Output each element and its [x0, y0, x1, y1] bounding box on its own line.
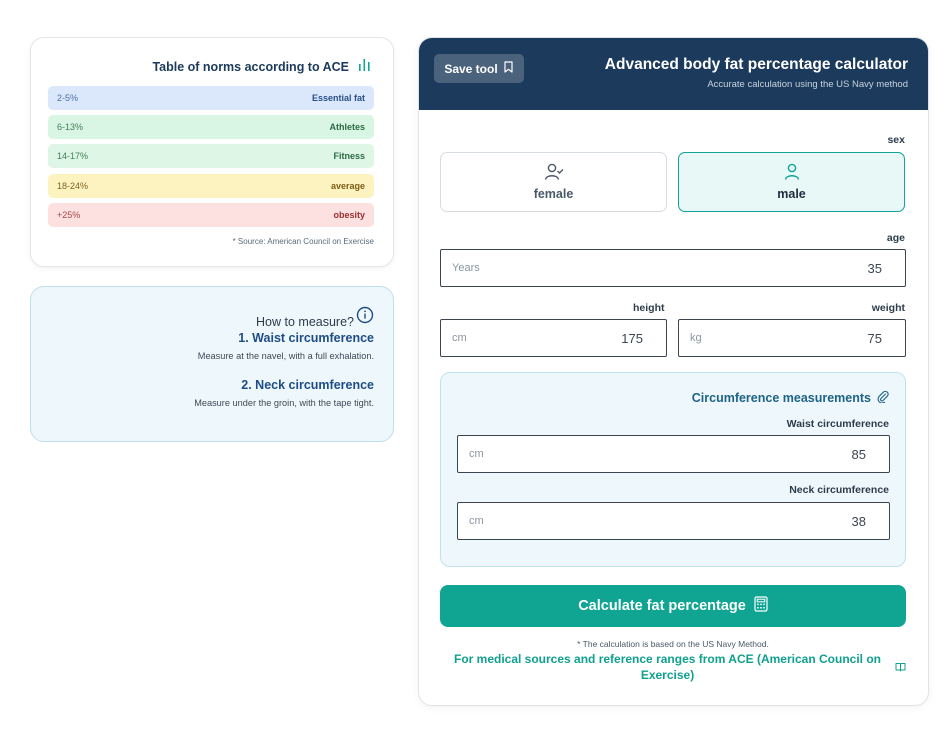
step-description: Measure at the navel, with a full exhala… — [197, 351, 374, 361]
neck-unit: cm — [469, 515, 484, 527]
user-check-icon — [544, 163, 564, 184]
calculation-footnote: * The calculation is based on the US Nav… — [577, 639, 769, 649]
book-icon — [895, 660, 906, 676]
sex-label: sex — [887, 134, 905, 146]
waist-input[interactable]: cm 85 — [457, 435, 890, 473]
measure-header: How to measure? — [256, 306, 374, 329]
norms-list: 2-5% Essential fat 6-13% Athletes 14-17%… — [48, 86, 374, 232]
age-label: age — [886, 232, 905, 244]
norm-row: +25% obesity — [48, 202, 374, 227]
height-input[interactable]: cm 175 — [440, 319, 667, 357]
sex-option-male[interactable]: male — [678, 152, 905, 212]
norm-range: 6-13% — [57, 122, 84, 133]
weight-label: weight — [871, 302, 905, 314]
measure-title: How to measure? — [256, 314, 354, 329]
measure-step-waist: 1. Waist circumference Measure at the na… — [198, 331, 374, 361]
sources-link-text: For medical sources and reference ranges… — [453, 652, 881, 682]
info-icon[interactable] — [356, 306, 374, 329]
norm-range: 2-5% — [57, 93, 79, 103]
bar-chart-icon — [357, 56, 373, 77]
male-label: male — [777, 187, 806, 201]
circumference-title: Circumference measurements — [692, 390, 889, 406]
step-description: Measure under the groin, with the tape t… — [194, 398, 374, 408]
medical-sources-link[interactable]: For medical sources and reference ranges… — [440, 651, 906, 683]
weight-unit: kg — [690, 332, 702, 344]
waist-unit: cm — [469, 448, 484, 460]
age-value: 35 — [867, 260, 882, 276]
weight-input[interactable]: kg 75 — [678, 319, 906, 357]
calculator-card: Save tool Advanced body fat percentage c… — [418, 37, 929, 706]
circumference-box: Circumference measurements Waist circumf… — [440, 372, 906, 567]
norms-card: Table of norms according to ACE 2-5% Ess… — [30, 37, 394, 267]
norm-range: 18-24% — [57, 180, 89, 191]
calculator-icon — [754, 596, 768, 616]
waist-value: 85 — [851, 446, 866, 462]
norm-label: Fitness — [333, 151, 365, 162]
save-tool-button[interactable]: Save tool — [434, 54, 524, 83]
sex-option-female[interactable]: female — [440, 152, 667, 212]
norm-label: Essential fat — [311, 93, 365, 103]
paperclip-icon — [877, 390, 889, 406]
neck-input[interactable]: cm 38 — [457, 502, 890, 540]
norm-label: average — [330, 180, 365, 191]
age-unit: Years — [452, 262, 480, 274]
calculate-label: Calculate fat percentage — [578, 598, 746, 614]
neck-value: 38 — [851, 513, 866, 529]
circumference-title-text: Circumference measurements — [691, 391, 871, 405]
calculator-title: Advanced body fat percentage calculator — [604, 56, 908, 73]
step-title: 2. Neck circumference — [241, 378, 374, 392]
age-input[interactable]: Years 35 — [440, 249, 906, 287]
norm-range: 14-17% — [57, 151, 89, 162]
weight-value: 75 — [867, 330, 882, 346]
norm-label: obesity — [333, 209, 365, 220]
norm-row: 14-17% Fitness — [48, 144, 374, 169]
norms-source: * Source: American Council on Exercise — [232, 237, 374, 246]
norm-row: 6-13% Athletes — [48, 115, 374, 140]
norm-label: Athletes — [329, 122, 365, 133]
step-title: 1. Waist circumference — [238, 331, 374, 345]
calculator-subtitle: Accurate calculation using the US Navy m… — [707, 79, 908, 90]
norms-title: Table of norms according to ACE — [152, 59, 349, 74]
height-unit: cm — [452, 332, 467, 344]
calculator-header: Save tool Advanced body fat percentage c… — [419, 38, 928, 110]
bookmark-icon — [503, 61, 514, 76]
female-label: female — [533, 187, 574, 201]
height-label: height — [633, 302, 665, 314]
waist-label: Waist circumference — [786, 418, 889, 430]
calculate-button[interactable]: Calculate fat percentage — [440, 585, 906, 627]
measure-step-neck: 2. Neck circumference Measure under the … — [194, 378, 374, 408]
how-to-measure-card: How to measure? 1. Waist circumference M… — [30, 286, 394, 442]
norm-row: 2-5% Essential fat — [48, 86, 374, 110]
norm-row: 18-24% average — [48, 173, 374, 198]
save-label: Save tool — [444, 61, 498, 76]
neck-label: Neck circumference — [789, 484, 889, 496]
norm-range: +25% — [57, 209, 81, 220]
norms-header: Table of norms according to ACE — [152, 56, 373, 77]
height-value: 175 — [621, 330, 643, 346]
user-icon — [784, 163, 800, 184]
